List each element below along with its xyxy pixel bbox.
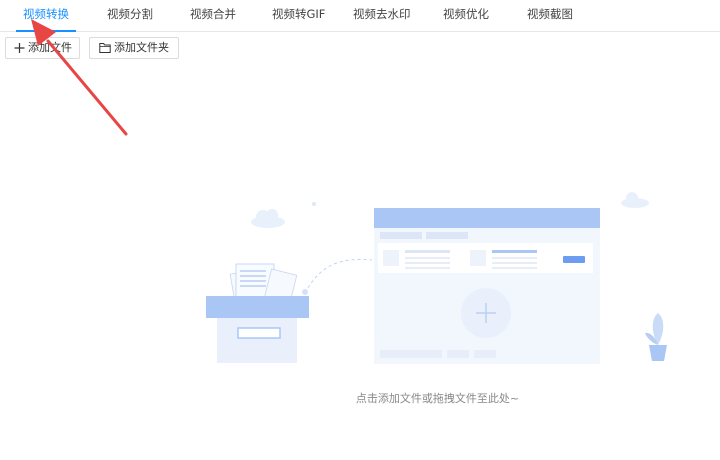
plus-circle-icon [461,288,511,338]
cloud-icon [251,209,285,228]
file-box-illustration [206,263,309,363]
plant-icon [645,313,667,361]
cloud-icon [621,192,649,208]
window-illustration [374,208,600,364]
annotation-arrow-icon [31,19,128,136]
dropzone-hint: 点击添加文件或拖拽文件至此处~ [355,392,520,405]
